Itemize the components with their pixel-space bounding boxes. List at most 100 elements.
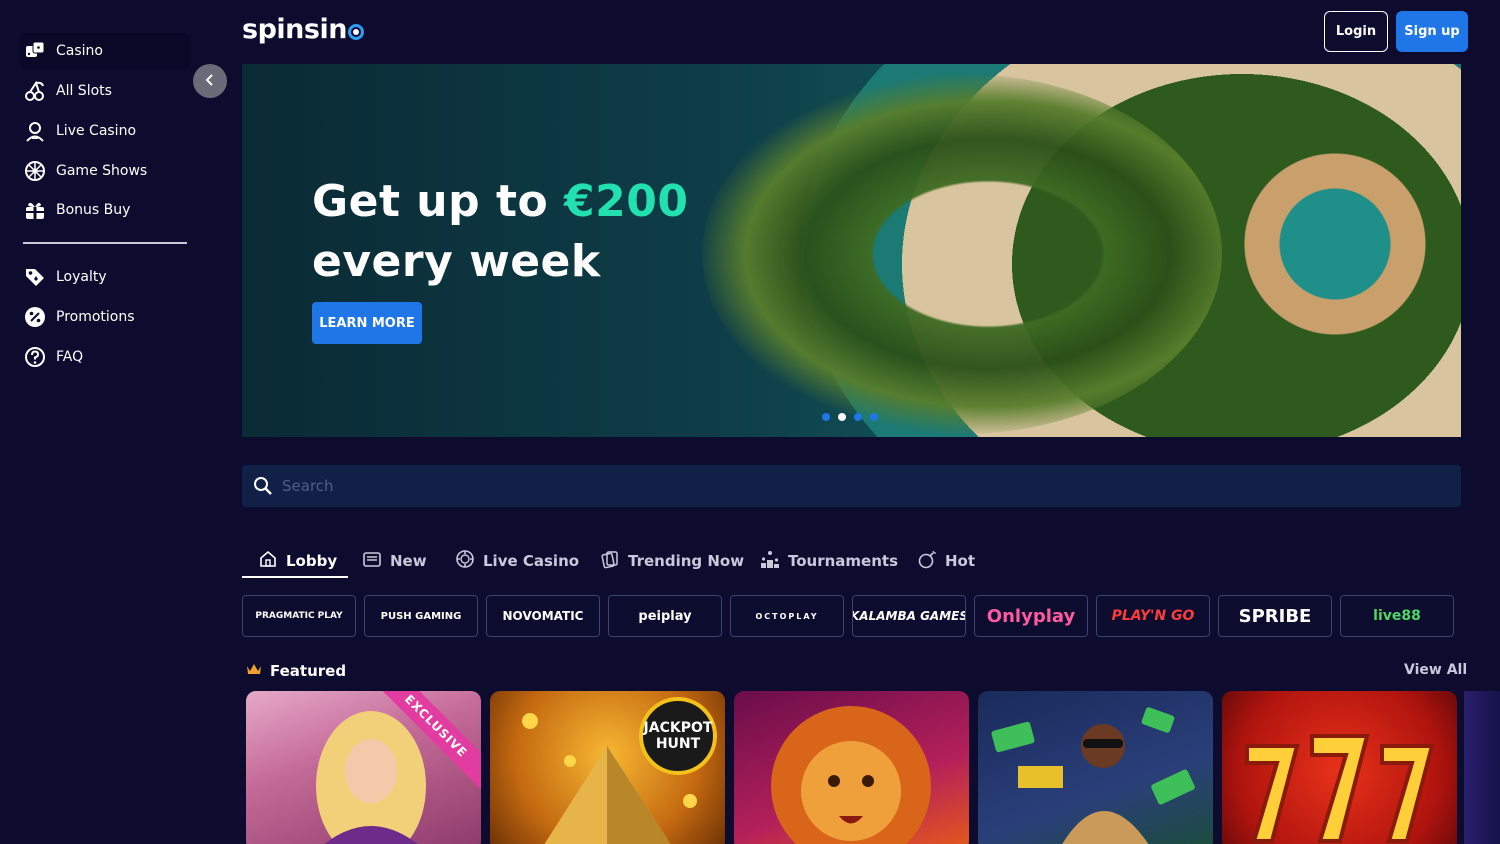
- tab-tournaments[interactable]: Tournaments: [760, 545, 898, 577]
- provider-peiplay[interactable]: peiplay: [608, 595, 722, 637]
- learn-more-button[interactable]: LEARN MORE: [312, 302, 422, 344]
- money-rapper-illustration: [991, 707, 1195, 844]
- tab-trending-now[interactable]: Trending Now: [600, 545, 744, 577]
- game-card-lion[interactable]: [734, 691, 969, 844]
- carousel-dot[interactable]: [870, 413, 878, 421]
- game-card-money[interactable]: [978, 691, 1213, 844]
- tab-label: Hot: [945, 552, 976, 570]
- triple-seven-illustration: [1245, 734, 1435, 843]
- hero-title-amount: €200: [564, 176, 689, 227]
- carousel-next-card-peek[interactable]: [1464, 691, 1500, 844]
- provider-push-gaming[interactable]: PUSH GAMING: [364, 595, 478, 637]
- sidebar-item-label: Live Casino: [56, 123, 137, 139]
- provider-pragmatic-play[interactable]: PRAGMATIC PLAY: [242, 595, 356, 637]
- cards-icon: [600, 549, 620, 573]
- tab-new[interactable]: New: [362, 545, 427, 577]
- provider-label: PRAGMATIC PLAY: [255, 611, 343, 621]
- tab-lobby[interactable]: Lobby: [258, 545, 337, 577]
- search-bar: [242, 465, 1461, 507]
- provider-live88[interactable]: live88: [1340, 595, 1454, 637]
- search-icon: [252, 475, 274, 497]
- sidebar-item-label: FAQ: [56, 349, 84, 365]
- featured-heading: Featured: [246, 662, 346, 680]
- provider-onlyplay[interactable]: Onlyplay: [974, 595, 1088, 637]
- percent-icon: [24, 306, 46, 328]
- sidebar-item-bonus-buy[interactable]: Bonus Buy: [20, 192, 190, 228]
- dice-icon: [24, 40, 46, 62]
- hero-banner[interactable]: Get up to €200 every week LEARN MORE: [242, 64, 1461, 437]
- cherries-icon: [24, 80, 46, 102]
- chip-icon: [455, 549, 475, 573]
- game-card-pyramid[interactable]: JACKPOT HUNT: [490, 691, 725, 844]
- logo[interactable]: spinsin: [242, 14, 364, 45]
- sidebar-item-loyalty[interactable]: Loyalty: [20, 259, 190, 295]
- game-card-lady[interactable]: EXCLUSIVE: [246, 691, 481, 844]
- sidebar-item-label: Bonus Buy: [56, 202, 131, 218]
- provider-kalamba[interactable]: KALAMBA GAMES: [852, 595, 966, 637]
- provider-label: NOVOMATIC: [502, 609, 584, 623]
- tag-icon: [24, 266, 46, 288]
- active-tab-indicator: [242, 576, 348, 578]
- tab-label: Live Casino: [483, 552, 580, 570]
- provider-label: peiplay: [638, 608, 692, 624]
- tab-hot[interactable]: Hot: [917, 545, 975, 577]
- hero-title-prefix: Get up to: [312, 176, 565, 227]
- tab-live-casino[interactable]: Live Casino: [455, 545, 579, 577]
- featured-title: Featured: [270, 662, 347, 680]
- slot-machine-icon: [362, 549, 382, 573]
- question-icon: [24, 346, 46, 368]
- login-button[interactable]: Login: [1324, 11, 1388, 52]
- sidebar-item-label: Loyalty: [56, 269, 107, 285]
- wheel-icon: [24, 160, 46, 182]
- carousel-dot[interactable]: [854, 413, 862, 421]
- podium-icon: [760, 549, 780, 573]
- tab-label: New: [390, 552, 427, 570]
- crown-icon: [246, 662, 262, 680]
- provider-playngo[interactable]: PLAY'N GO: [1096, 595, 1210, 637]
- sidebar-item-all-slots[interactable]: All Slots: [20, 73, 190, 109]
- hero-title-suffix: every week: [312, 236, 601, 287]
- logo-ring-icon: [347, 23, 364, 40]
- provider-label: SPRIBE: [1238, 605, 1312, 627]
- sidebar-item-game-shows[interactable]: Game Shows: [20, 153, 190, 189]
- logo-text: spinsin: [242, 14, 347, 45]
- sidebar-item-live-casino[interactable]: Live Casino: [20, 113, 190, 149]
- collapse-sidebar-button[interactable]: [193, 64, 227, 98]
- tab-label: Trending Now: [628, 552, 745, 570]
- carousel-dots: [822, 413, 878, 421]
- island-image: [702, 74, 1222, 434]
- provider-label: PLAY'N GO: [1111, 608, 1195, 624]
- sidebar-item-promotions[interactable]: Promotions: [20, 299, 190, 335]
- carousel-dot[interactable]: [822, 413, 830, 421]
- tab-label: Tournaments: [788, 552, 899, 570]
- lady-portrait-illustration: [316, 711, 426, 844]
- sidebar-divider: [23, 242, 187, 244]
- sidebar-item-label: All Slots: [56, 83, 112, 99]
- carousel-dot-active[interactable]: [838, 413, 846, 421]
- provider-label: live88: [1373, 608, 1421, 624]
- provider-label: PUSH GAMING: [380, 610, 462, 622]
- jackpot-hunt-badge: JACKPOT HUNT: [639, 697, 717, 775]
- sidebar-item-faq[interactable]: FAQ: [20, 339, 190, 375]
- dealer-icon: [24, 120, 46, 142]
- sidebar: Casino All Slots Live Casino Game Shows …: [0, 0, 232, 844]
- sidebar-item-label: Game Shows: [56, 163, 148, 179]
- provider-novomatic[interactable]: NOVOMATIC: [486, 595, 600, 637]
- provider-spribe[interactable]: SPRIBE: [1218, 595, 1332, 637]
- game-card-sevens[interactable]: [1222, 691, 1457, 844]
- tab-label: Lobby: [286, 552, 338, 570]
- provider-label: KALAMBA GAMES: [852, 609, 966, 623]
- lion-illustration: [771, 706, 931, 844]
- sidebar-item-label: Casino: [56, 43, 103, 59]
- chevron-left-icon: [203, 72, 217, 91]
- provider-octoplay[interactable]: OCTOPLAY: [730, 595, 844, 637]
- gift-icon: [24, 199, 46, 221]
- search-input[interactable]: [282, 477, 1382, 495]
- sidebar-item-label: Promotions: [56, 309, 135, 325]
- sidebar-item-casino[interactable]: Casino: [20, 33, 190, 69]
- home-icon: [258, 549, 278, 573]
- view-all-link[interactable]: View All: [1404, 662, 1467, 678]
- signup-button[interactable]: Sign up: [1396, 11, 1468, 52]
- bomb-icon: [917, 549, 937, 573]
- provider-label: OCTOPLAY: [755, 611, 819, 621]
